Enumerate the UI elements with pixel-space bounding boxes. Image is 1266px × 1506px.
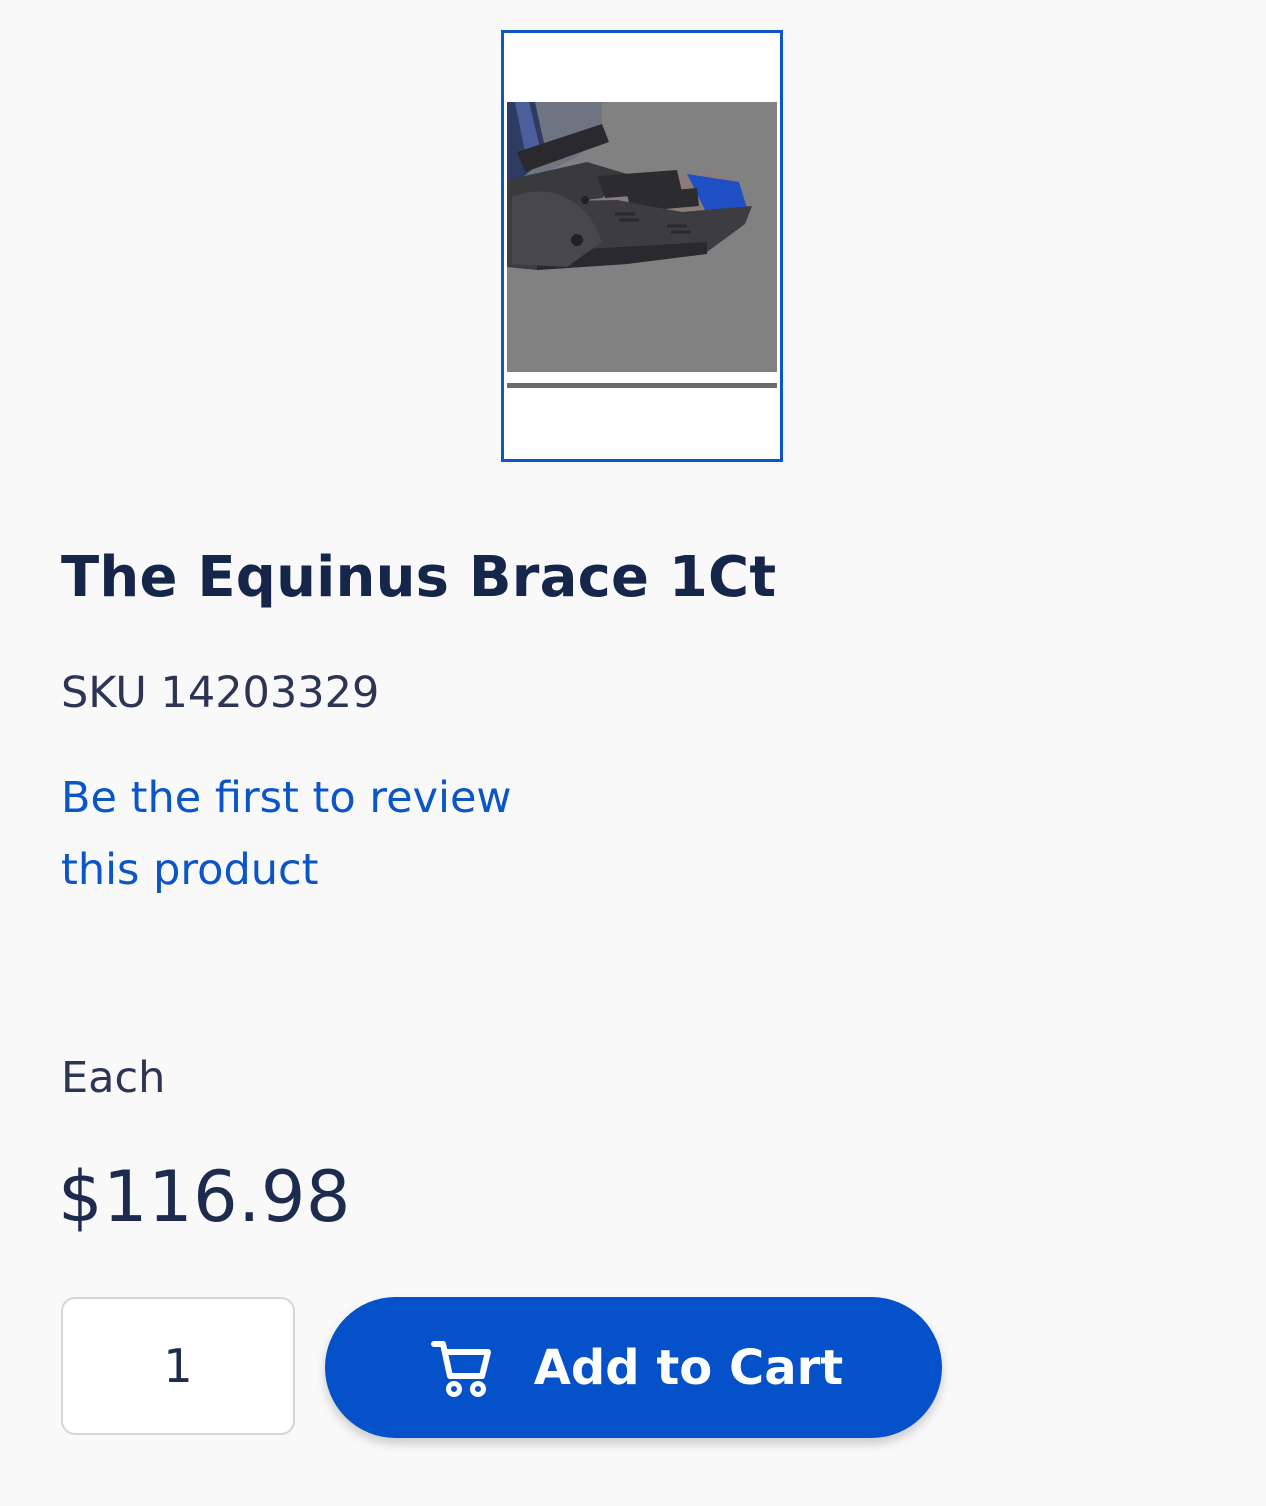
brace-boot-illustration xyxy=(507,102,777,372)
quantity-input[interactable] xyxy=(61,1297,295,1435)
price-unit: Each xyxy=(61,1053,166,1103)
add-to-cart-button[interactable]: Add to Cart xyxy=(325,1297,942,1438)
product-title: The Equinus Brace 1Ct xyxy=(61,545,777,610)
add-to-cart-label: Add to Cart xyxy=(533,1339,844,1396)
product-thumbnail[interactable] xyxy=(501,30,783,462)
cart-icon xyxy=(430,1340,491,1397)
product-image xyxy=(507,102,777,372)
thumbnail-divider xyxy=(507,383,777,388)
write-review-link[interactable]: Be the first to review this product xyxy=(61,762,581,906)
product-sku: SKU 14203329 xyxy=(61,668,380,718)
product-price: $116.98 xyxy=(58,1156,351,1238)
